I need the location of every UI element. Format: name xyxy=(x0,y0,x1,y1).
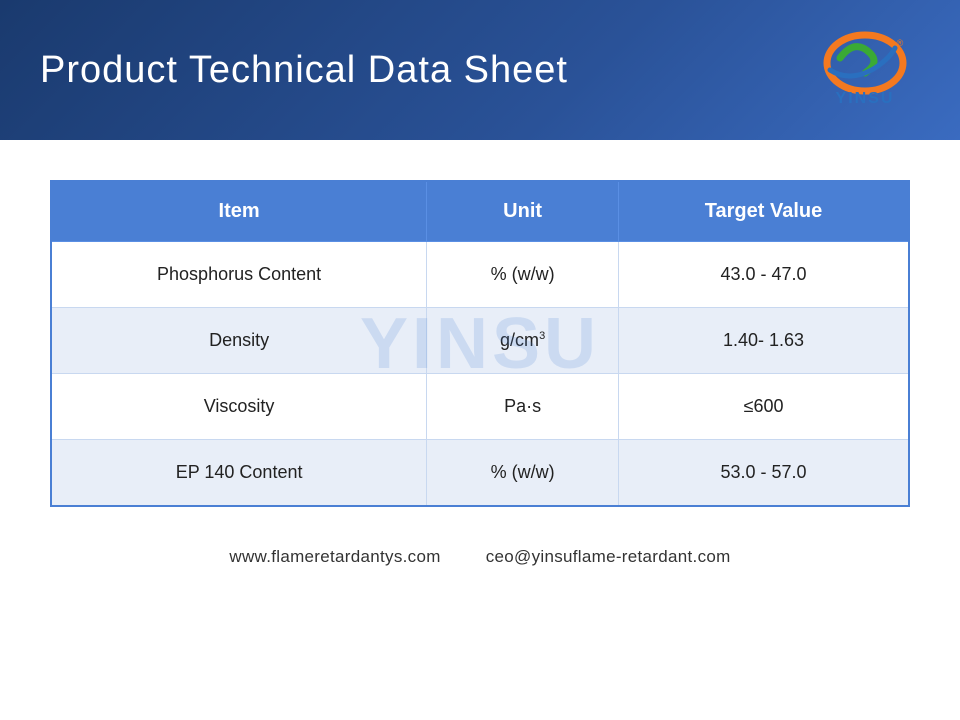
cell-item: EP 140 Content xyxy=(51,440,427,507)
svg-text:YINSU: YINSU xyxy=(836,90,895,107)
cell-item: Phosphorus Content xyxy=(51,242,427,308)
cell-target: 1.40- 1.63 xyxy=(619,308,909,374)
table-row: EP 140 Content% (w/w)53.0 - 57.0 xyxy=(51,440,909,507)
cell-unit: g/cm3 xyxy=(427,308,619,374)
col-header-item: Item xyxy=(51,181,427,242)
col-header-target: Target Value xyxy=(619,181,909,242)
cell-target: 53.0 - 57.0 xyxy=(619,440,909,507)
cell-item: Viscosity xyxy=(51,374,427,440)
table-row: Densityg/cm31.40- 1.63 xyxy=(51,308,909,374)
table-wrapper: YINSU Item Unit Target Value Phosphorus … xyxy=(50,180,910,507)
table-header-row: Item Unit Target Value xyxy=(51,181,909,242)
footer-email: ceo@yinsuflame-retardant.com xyxy=(486,547,731,566)
cell-item: Density xyxy=(51,308,427,374)
table-row: ViscosityPa·s≤600 xyxy=(51,374,909,440)
footer-website: www.flameretardantys.com xyxy=(229,547,440,566)
cell-target: ≤600 xyxy=(619,374,909,440)
table-row: Phosphorus Content% (w/w)43.0 - 47.0 xyxy=(51,242,909,308)
logo-container: YINSU ® xyxy=(810,28,920,113)
main-content: YINSU Item Unit Target Value Phosphorus … xyxy=(0,140,960,587)
cell-unit: % (w/w) xyxy=(427,242,619,308)
yinsu-logo: YINSU ® xyxy=(810,28,920,113)
col-header-unit: Unit xyxy=(427,181,619,242)
cell-target: 43.0 - 47.0 xyxy=(619,242,909,308)
cell-unit: Pa·s xyxy=(427,374,619,440)
cell-unit: % (w/w) xyxy=(427,440,619,507)
footer: www.flameretardantys.com ceo@yinsuflame-… xyxy=(209,547,750,567)
svg-text:®: ® xyxy=(897,38,904,48)
data-table: Item Unit Target Value Phosphorus Conten… xyxy=(50,180,910,507)
page-header: Product Technical Data Sheet YINSU ® xyxy=(0,0,960,140)
page-title: Product Technical Data Sheet xyxy=(40,49,568,92)
